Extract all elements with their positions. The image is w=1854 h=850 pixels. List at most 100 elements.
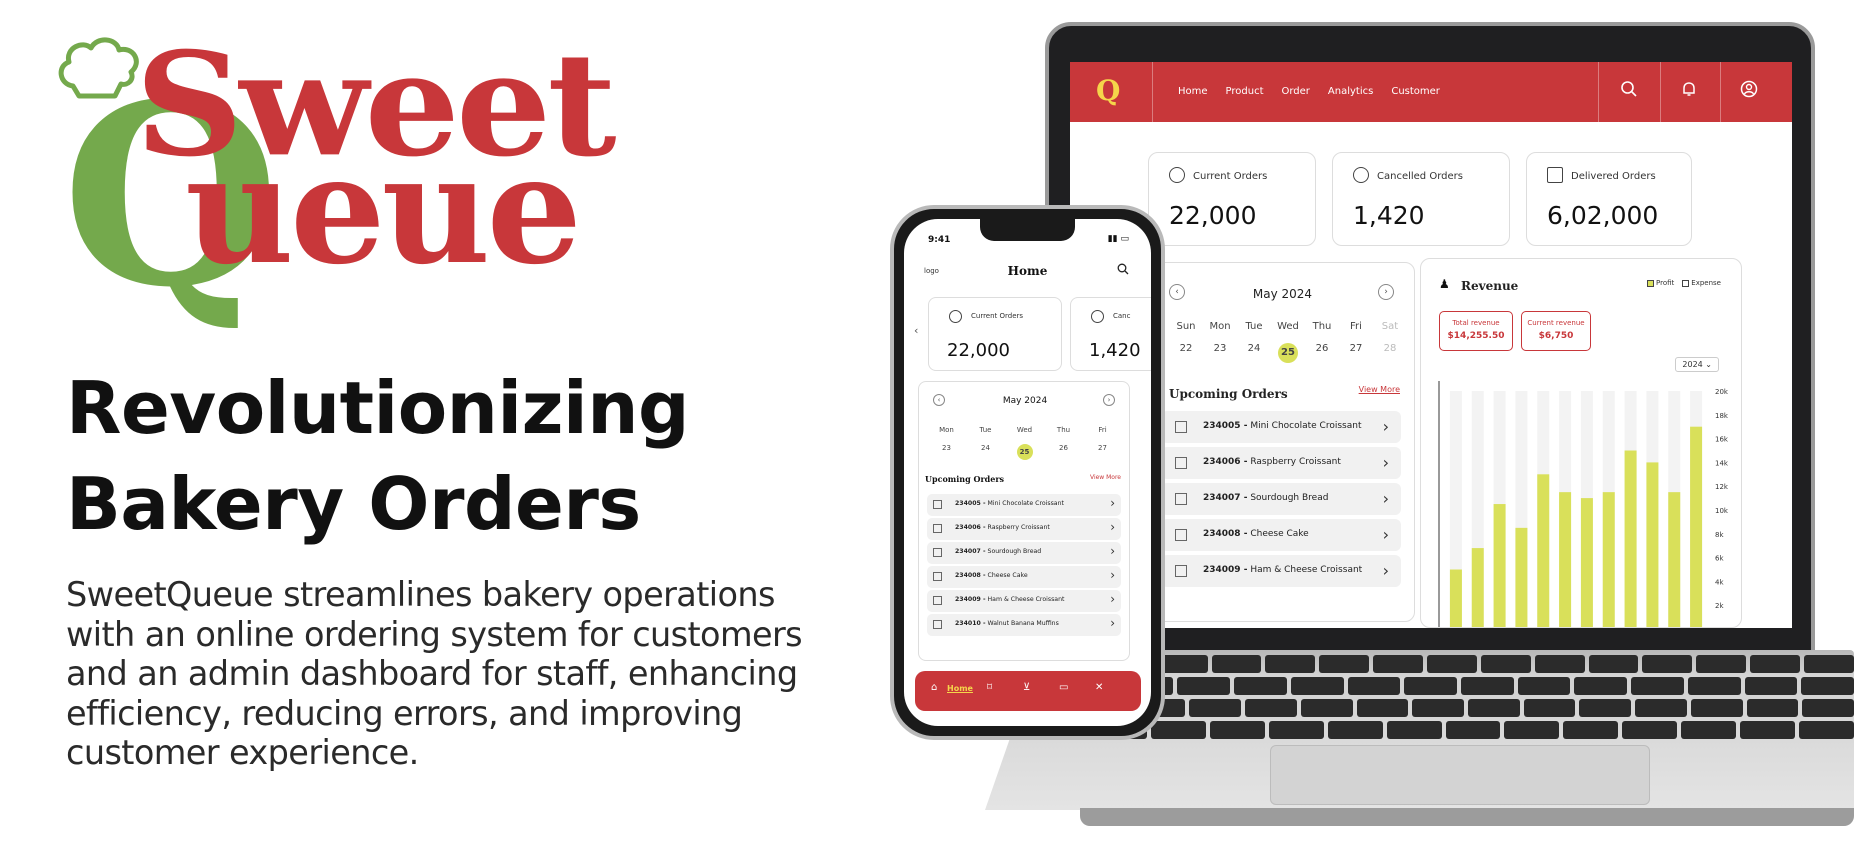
keyboard-key (1373, 655, 1424, 673)
calendar-date[interactable]: 26 (1305, 343, 1339, 363)
order-item: Sourdough Bread (987, 548, 1042, 555)
upcoming-orders-title: Upcoming Orders (1169, 387, 1288, 401)
profit-bar[interactable] (1493, 504, 1506, 628)
order-row[interactable]: 234005 - Mini Chocolate Croissant › (1161, 411, 1401, 443)
weekday: Wed (1016, 426, 1033, 434)
order-row[interactable]: 234007 - Sourdough Bread › (1161, 483, 1401, 515)
card-delivered-orders[interactable]: Delivered Orders 6,02,000 (1526, 152, 1692, 246)
card-current-orders[interactable]: Current Orders 22,000 (928, 297, 1062, 371)
calendar-date[interactable]: 27 (1083, 444, 1122, 460)
profit-bar[interactable] (1624, 450, 1637, 629)
profit-bar[interactable] (1515, 527, 1528, 628)
profit-bar[interactable] (1646, 462, 1659, 628)
chevron-right-icon[interactable]: › (1110, 568, 1115, 582)
order-checkbox[interactable] (1175, 421, 1187, 433)
clock-icon (949, 310, 962, 323)
chevron-right-icon[interactable]: › (1110, 616, 1115, 630)
bell-icon[interactable] (1678, 80, 1700, 102)
card-cancelled-orders[interactable]: Cancelled Orders 1,420 (1332, 152, 1510, 246)
profit-bar[interactable] (1449, 569, 1462, 629)
calendar-date[interactable]: 22 (1169, 343, 1203, 363)
search-icon[interactable] (1117, 263, 1129, 278)
chevron-right-icon[interactable]: › (1110, 496, 1115, 510)
order-row[interactable]: 234009 - Ham & Cheese Croissant › (1161, 555, 1401, 587)
calendar-weekdays: Sun Mon Tue Wed Thu Fri Sat (1169, 321, 1407, 332)
cart-icon[interactable]: ⊻ (1023, 682, 1030, 693)
calendar-date[interactable]: 24 (1237, 343, 1271, 363)
chevron-right-icon[interactable]: › (1383, 561, 1389, 580)
order-checkbox[interactable] (933, 596, 942, 605)
chevron-right-icon[interactable]: › (1103, 394, 1115, 406)
order-row[interactable]: 234006 - Raspberry Croissant › (1161, 447, 1401, 479)
profit-bar[interactable] (1471, 548, 1484, 628)
calendar-date[interactable]: 26 (1044, 444, 1083, 460)
order-checkbox[interactable] (933, 524, 942, 533)
order-checkbox[interactable] (1175, 457, 1187, 469)
order-checkbox[interactable] (1175, 529, 1187, 541)
view-more-link[interactable]: View More (1090, 474, 1121, 481)
order-row[interactable]: 234007 - Sourdough Bread › (927, 542, 1121, 564)
user-icon[interactable] (1738, 80, 1760, 102)
phone-notch (980, 219, 1075, 241)
calendar-date[interactable]: 23 (927, 444, 966, 460)
order-row[interactable]: 234005 - Mini Chocolate Croissant › (927, 494, 1121, 516)
tools-icon[interactable]: ✕ (1095, 682, 1103, 693)
nav-link-customer[interactable]: Customer (1391, 86, 1440, 97)
keyboard-key (1622, 721, 1678, 739)
chevron-right-icon[interactable]: › (1378, 284, 1394, 300)
order-checkbox[interactable] (933, 572, 942, 581)
keyboard-key (1696, 655, 1747, 673)
chevron-right-icon[interactable]: › (1110, 592, 1115, 606)
headline-line-2: Bakery Orders (66, 462, 641, 546)
chevron-right-icon[interactable]: › (1383, 489, 1389, 508)
chevron-right-icon[interactable]: › (1383, 525, 1389, 544)
order-checkbox[interactable] (933, 500, 942, 509)
chevron-right-icon[interactable]: › (1383, 417, 1389, 436)
chevron-left-icon[interactable]: ‹ (914, 324, 918, 337)
order-item: Cheese Cake (1250, 529, 1309, 539)
order-row[interactable]: 234008 - Cheese Cake › (927, 566, 1121, 588)
profit-bar[interactable] (1559, 492, 1572, 628)
chat-icon[interactable]: ▭ (1059, 682, 1068, 693)
profit-bar[interactable] (1602, 492, 1615, 628)
calendar-date-selected[interactable]: 25 (1016, 444, 1033, 460)
hero-headline: Revolutionizing Bakery Orders (66, 360, 690, 552)
order-checkbox[interactable] (933, 548, 942, 557)
nav-link-home[interactable]: Home (1178, 86, 1208, 97)
calendar-date[interactable]: 23 (1203, 343, 1237, 363)
card-label: Delivered Orders (1571, 171, 1656, 182)
calendar-dates: 22 23 24 25 26 27 28 (1169, 343, 1407, 363)
order-checkbox[interactable] (933, 620, 942, 629)
profit-bar[interactable] (1690, 426, 1703, 628)
search-icon[interactable] (1618, 80, 1640, 102)
order-checkbox[interactable] (1175, 565, 1187, 577)
nav-divider (1660, 62, 1661, 122)
tab-home-label[interactable]: Home (947, 684, 973, 693)
chevron-right-icon[interactable]: › (1110, 544, 1115, 558)
chevron-right-icon[interactable]: › (1110, 520, 1115, 534)
calendar-date[interactable]: 24 (966, 444, 1005, 460)
order-row[interactable]: 234006 - Raspberry Croissant › (927, 518, 1121, 540)
order-row[interactable]: 234009 - Ham & Cheese Croissant › (927, 590, 1121, 612)
profit-bar[interactable] (1580, 498, 1593, 628)
nav-link-product[interactable]: Product (1226, 86, 1264, 97)
card-cancelled-orders[interactable]: Canc 1,420 (1070, 297, 1151, 371)
tag-icon[interactable]: ⌑ (987, 682, 992, 693)
calendar-date-selected[interactable]: 25 (1278, 343, 1298, 363)
order-row[interactable]: 234008 - Cheese Cake › (1161, 519, 1401, 551)
chevron-right-icon[interactable]: › (1383, 453, 1389, 472)
order-id: 234005 - (955, 500, 986, 507)
nav-logo[interactable]: Q (1096, 74, 1126, 107)
calendar-date[interactable]: 28 (1373, 343, 1407, 363)
nav-link-order[interactable]: Order (1282, 86, 1310, 97)
view-more-link[interactable]: View More (1359, 385, 1400, 394)
order-checkbox[interactable] (1175, 493, 1187, 505)
profit-bar[interactable] (1668, 492, 1681, 628)
profit-bar[interactable] (1537, 474, 1550, 628)
calendar-date[interactable]: 27 (1339, 343, 1373, 363)
card-current-orders[interactable]: Current Orders 22,000 (1148, 152, 1316, 246)
order-row[interactable]: 234010 - Walnut Banana Muffins › (927, 614, 1121, 636)
nav-link-analytics[interactable]: Analytics (1328, 86, 1373, 97)
home-icon[interactable]: ⌂ (931, 682, 937, 693)
card-label: Current Orders (971, 312, 1024, 320)
